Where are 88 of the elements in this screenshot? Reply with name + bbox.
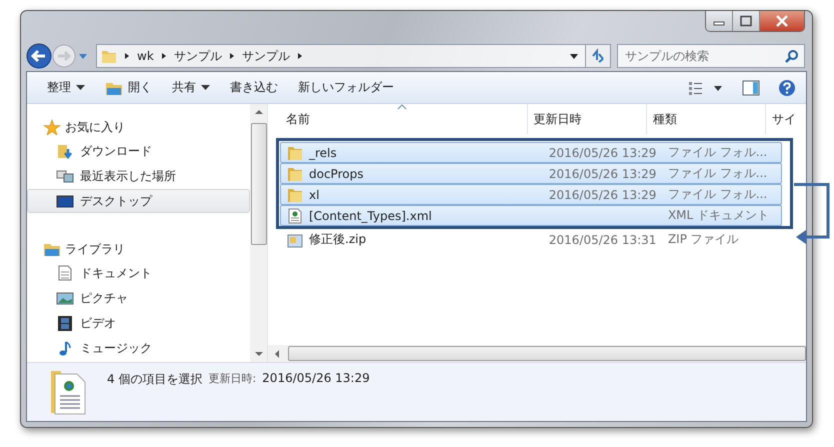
file-icon — [287, 208, 303, 224]
preview-pane-icon[interactable] — [742, 80, 760, 96]
breadcrumb-arrow-icon — [296, 52, 304, 60]
item-icon — [56, 193, 74, 209]
file-name: _rels — [309, 146, 337, 160]
modified-date: 2016/05/26 13:29 — [548, 146, 656, 160]
modified-date: 2016/05/26 13:29 — [548, 188, 656, 202]
breadcrumb[interactable]: wk — [137, 49, 154, 63]
toolbar-button[interactable]: 新しいフォルダー — [290, 76, 402, 100]
file-icon — [287, 232, 303, 248]
sidebar-item[interactable]: ビデオ — [27, 311, 250, 335]
file-type: XML ドキュメント — [668, 207, 770, 224]
scrollbar[interactable] — [250, 104, 267, 362]
file-row[interactable]: _rels 2016/05/26 13:29 ファイル フォル... — [280, 142, 782, 163]
breadcrumb[interactable]: サンプル — [174, 48, 222, 64]
file-row[interactable]: 修正後.zip 2016/05/26 13:31 ZIP ファイル — [280, 229, 782, 250]
column-header[interactable]: 名前 — [268, 104, 528, 134]
address-bar[interactable]: wk サンプル サンプル — [96, 44, 586, 68]
column-header[interactable]: 更新日時 — [528, 104, 647, 134]
xml-document-icon — [49, 369, 87, 415]
scroll-left-icon[interactable] — [274, 350, 280, 358]
item-icon — [56, 315, 74, 331]
caret-icon — [201, 84, 210, 90]
dropdown-icon[interactable] — [569, 52, 579, 60]
file-row[interactable]: docProps 2016/05/26 13:29 ファイル フォル... — [280, 163, 782, 184]
toolbar-button[interactable]: 整理 — [39, 76, 93, 100]
folder-icon — [101, 48, 117, 64]
scroll-up-icon[interactable] — [254, 109, 262, 115]
item-icon — [56, 290, 74, 306]
file-type: ZIP ファイル — [668, 231, 739, 248]
scrollbar[interactable] — [268, 345, 806, 362]
item-icon — [56, 143, 74, 159]
sidebar-item[interactable]: ドキュメント — [27, 261, 250, 285]
selection-count: 4 個の項目を選択 — [107, 371, 202, 388]
search-field[interactable]: サンプルの検索 — [617, 44, 805, 68]
sidebar-item[interactable]: ピクチャ — [27, 286, 250, 310]
file-type: ファイル フォル... — [668, 186, 768, 203]
close-icon — [775, 15, 789, 27]
sort-caret-icon — [397, 104, 408, 110]
detail-label: 更新日時: — [208, 371, 256, 386]
refresh-icon — [590, 48, 606, 64]
file-type: ファイル フォル... — [668, 165, 768, 182]
scroll-down-icon[interactable] — [254, 351, 262, 357]
file-name: 修正後.zip — [309, 231, 366, 248]
sidebar-item[interactable]: ミュージック — [27, 336, 250, 360]
breadcrumb-arrow-icon — [123, 52, 131, 60]
file-name: [Content_Types].xml — [309, 208, 432, 222]
item-icon — [56, 265, 74, 281]
modified-date: 2016/05/26 13:29 — [548, 166, 656, 180]
refresh-button[interactable] — [586, 44, 611, 68]
column-header[interactable]: 種類 — [646, 104, 766, 134]
sidebar-item[interactable]: デスクトップ — [27, 189, 250, 213]
column-header[interactable]: サイ — [766, 104, 806, 134]
file-row[interactable]: xl 2016/05/26 13:29 ファイル フォル... — [280, 184, 782, 205]
file-name: docProps — [309, 166, 364, 180]
scroll-thumb[interactable] — [250, 123, 266, 245]
search-field[interactable]: サンプルの検索 — [623, 48, 785, 64]
file-icon — [287, 144, 303, 160]
file-name: xl — [309, 188, 320, 202]
scroll-thumb[interactable] — [288, 346, 806, 361]
file-type: ファイル フォル... — [668, 144, 768, 161]
view-options-icon[interactable] — [688, 80, 724, 96]
arrow — [794, 183, 832, 245]
sidebar-item[interactable]: 最近表示した場所 — [27, 164, 250, 188]
file-icon — [287, 166, 303, 182]
breadcrumb-arrow-icon — [160, 52, 168, 60]
minimize-button[interactable] — [706, 11, 733, 31]
detail-value: 2016/05/26 13:29 — [262, 371, 370, 385]
caret-icon — [76, 84, 85, 90]
toolbar-button[interactable]: 書き込む — [222, 76, 286, 100]
help-icon[interactable] — [778, 78, 796, 96]
toolbar-button[interactable]: 共有 — [164, 76, 218, 100]
file-icon — [287, 186, 303, 202]
modified-date: 2016/05/26 13:31 — [548, 232, 656, 246]
toolbar-button[interactable]: 開く — [97, 76, 160, 100]
sidebar-group[interactable]: ライブラリ — [27, 238, 250, 260]
sidebar-group[interactable]: お気に入り — [27, 116, 250, 138]
breadcrumb[interactable]: サンプル — [242, 48, 290, 64]
maximize-icon — [739, 15, 753, 27]
sidebar-item[interactable]: ダウンロード — [27, 139, 250, 163]
item-icon — [56, 168, 74, 184]
maximize-button[interactable] — [733, 11, 760, 31]
group-icon — [43, 241, 61, 257]
group-icon — [43, 119, 61, 135]
breadcrumb-arrow-icon — [228, 52, 236, 60]
search-icon — [785, 49, 799, 63]
file-row[interactable]: [Content_Types].xml XML ドキュメント — [280, 205, 782, 226]
close-button[interactable] — [760, 11, 804, 31]
